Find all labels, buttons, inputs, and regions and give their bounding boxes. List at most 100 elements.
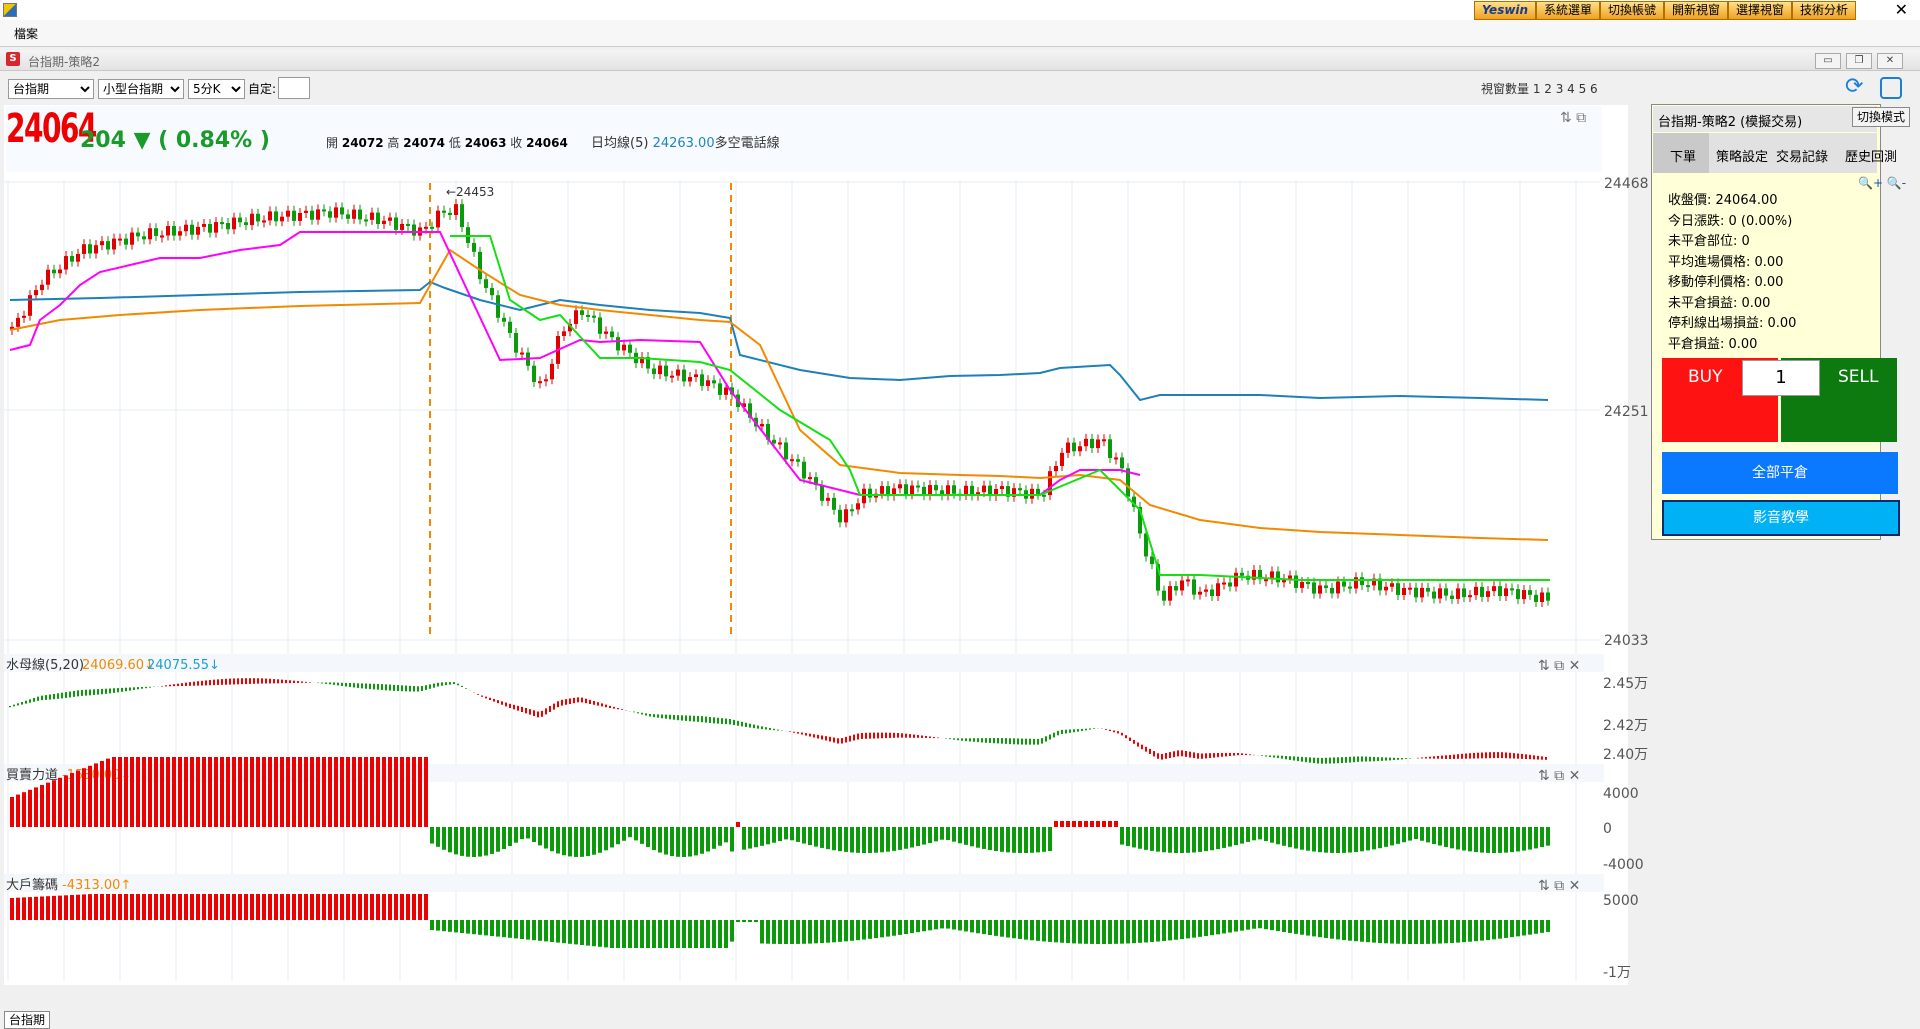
ind3-bar bbox=[136, 894, 140, 920]
ind2-bar bbox=[598, 827, 602, 853]
ind2-bar bbox=[82, 768, 86, 827]
ind2-bar bbox=[532, 827, 536, 842]
ind3-bar bbox=[616, 920, 620, 948]
tab-strategy-settings[interactable]: 策略設定 bbox=[1716, 146, 1768, 165]
ind3-bar bbox=[670, 920, 674, 948]
ind2-bar bbox=[88, 765, 92, 827]
ind2-bar bbox=[664, 827, 668, 855]
ind2-bar bbox=[778, 827, 782, 842]
candle-body bbox=[46, 269, 50, 285]
candle-body bbox=[1174, 586, 1178, 591]
video-tutorial-button[interactable]: 影音教學 bbox=[1662, 500, 1900, 536]
ind3-header bbox=[4, 874, 1604, 892]
ind2-bar bbox=[616, 827, 620, 845]
ind3-bar bbox=[988, 920, 992, 936]
ind3-bar bbox=[124, 894, 128, 920]
ind3-bar bbox=[382, 894, 386, 920]
ind3-bar bbox=[1546, 920, 1550, 932]
ind2-bar bbox=[1216, 827, 1220, 850]
ind3-bar bbox=[802, 920, 806, 944]
candle-body bbox=[694, 374, 698, 378]
ind2-bar bbox=[1348, 827, 1352, 853]
ind2-bar bbox=[526, 827, 530, 839]
ind2-bar bbox=[934, 827, 938, 842]
ind3-bar bbox=[10, 898, 14, 920]
quantity-input[interactable]: 1 bbox=[1742, 360, 1820, 396]
ind2-bar bbox=[34, 787, 38, 827]
ind3-bar bbox=[934, 920, 938, 930]
ind2-bar bbox=[550, 827, 554, 852]
candle-body bbox=[580, 310, 584, 315]
ind3-bar bbox=[190, 894, 194, 920]
ind2-bar bbox=[706, 827, 710, 852]
ind3-bar bbox=[808, 920, 812, 944]
candle-body bbox=[286, 210, 290, 217]
ind2-bar bbox=[982, 827, 986, 849]
candle-body bbox=[1066, 442, 1070, 453]
ind2-bar bbox=[1066, 821, 1070, 827]
zoom-icons[interactable]: 🔍+ 🔍- bbox=[1858, 176, 1906, 190]
ind3-bar bbox=[766, 920, 770, 944]
candle-body bbox=[280, 216, 284, 222]
ind2-bar bbox=[1372, 827, 1376, 850]
candle-body bbox=[880, 486, 884, 494]
ind2-bar bbox=[976, 827, 980, 848]
ind2-bar bbox=[1108, 821, 1112, 827]
bottom-tab[interactable]: 台指期 bbox=[4, 1011, 50, 1029]
candle-body bbox=[916, 485, 920, 488]
peak-marker: ←24453 bbox=[446, 185, 494, 199]
ind3-bar bbox=[1150, 920, 1154, 943]
tab-order[interactable]: 下單 bbox=[1670, 146, 1696, 165]
ind2-bar bbox=[1126, 827, 1130, 847]
ind2-bar bbox=[1192, 827, 1196, 853]
ind2-bar bbox=[1258, 827, 1262, 840]
ind2-bar bbox=[1144, 827, 1148, 850]
ind2-bar bbox=[820, 827, 824, 848]
ind3-bar bbox=[304, 894, 308, 920]
ind3-bar bbox=[1174, 920, 1178, 940]
ind3-bar bbox=[1450, 920, 1454, 943]
close-all-button[interactable]: 全部平倉 bbox=[1662, 452, 1898, 494]
ind3-bar bbox=[508, 920, 512, 938]
panel-controls: ⇅ ⧉ ✕ ⇅ ⧉ ✕ ⇅ ⧉ ✕ bbox=[1538, 658, 1580, 894]
ind2-bar bbox=[1450, 827, 1454, 849]
ind3-bar bbox=[910, 920, 914, 934]
tab-backtest[interactable]: 歷史回測 bbox=[1845, 146, 1897, 165]
candle-body bbox=[586, 314, 590, 317]
ind2-bar bbox=[184, 757, 188, 827]
ind3-bar bbox=[214, 894, 218, 920]
ind3-bar bbox=[76, 894, 80, 920]
ind2-bar bbox=[694, 827, 698, 856]
panel-title: 台指期-策略2 (模擬交易) bbox=[1658, 115, 1803, 130]
candle-body bbox=[1222, 582, 1226, 585]
ind2-bar bbox=[1402, 827, 1406, 843]
ind2-bar bbox=[298, 757, 302, 827]
ind2-bar bbox=[1504, 827, 1508, 853]
ind3-bar bbox=[1288, 920, 1292, 933]
ind2-bar bbox=[730, 827, 734, 852]
ind3-bar bbox=[700, 920, 704, 948]
ind3-title: 大戶籌碼 bbox=[6, 878, 58, 893]
ind3-bar bbox=[1474, 920, 1478, 942]
info-unrealized-pnl: 未平倉損益: 0.00 bbox=[1668, 296, 1771, 311]
ind2-bar bbox=[604, 827, 608, 851]
ind1-controls-icon: ⇅ ⧉ ✕ bbox=[1538, 658, 1580, 674]
ind3-bar bbox=[712, 920, 716, 948]
candle-body bbox=[1030, 488, 1034, 499]
ind2-bar bbox=[418, 757, 422, 827]
ind3-bar bbox=[1126, 920, 1130, 944]
ind2-bar bbox=[1246, 827, 1250, 842]
ind2-bar bbox=[1462, 827, 1466, 851]
ind3-bar bbox=[1342, 920, 1346, 941]
tab-trade-records[interactable]: 交易記錄 bbox=[1776, 146, 1828, 165]
ind2-bar bbox=[364, 757, 368, 827]
ind3-bar bbox=[1012, 920, 1016, 939]
ind3-bar bbox=[1066, 920, 1070, 944]
candle-body bbox=[1168, 586, 1172, 601]
ind3-bar bbox=[1258, 920, 1262, 929]
ind3-bar bbox=[292, 894, 296, 920]
switch-mode-button[interactable]: 切換模式 bbox=[1852, 107, 1910, 127]
ind3-bar bbox=[1378, 920, 1382, 943]
ind2-bar bbox=[838, 827, 842, 852]
ind2-bar bbox=[1012, 827, 1016, 853]
